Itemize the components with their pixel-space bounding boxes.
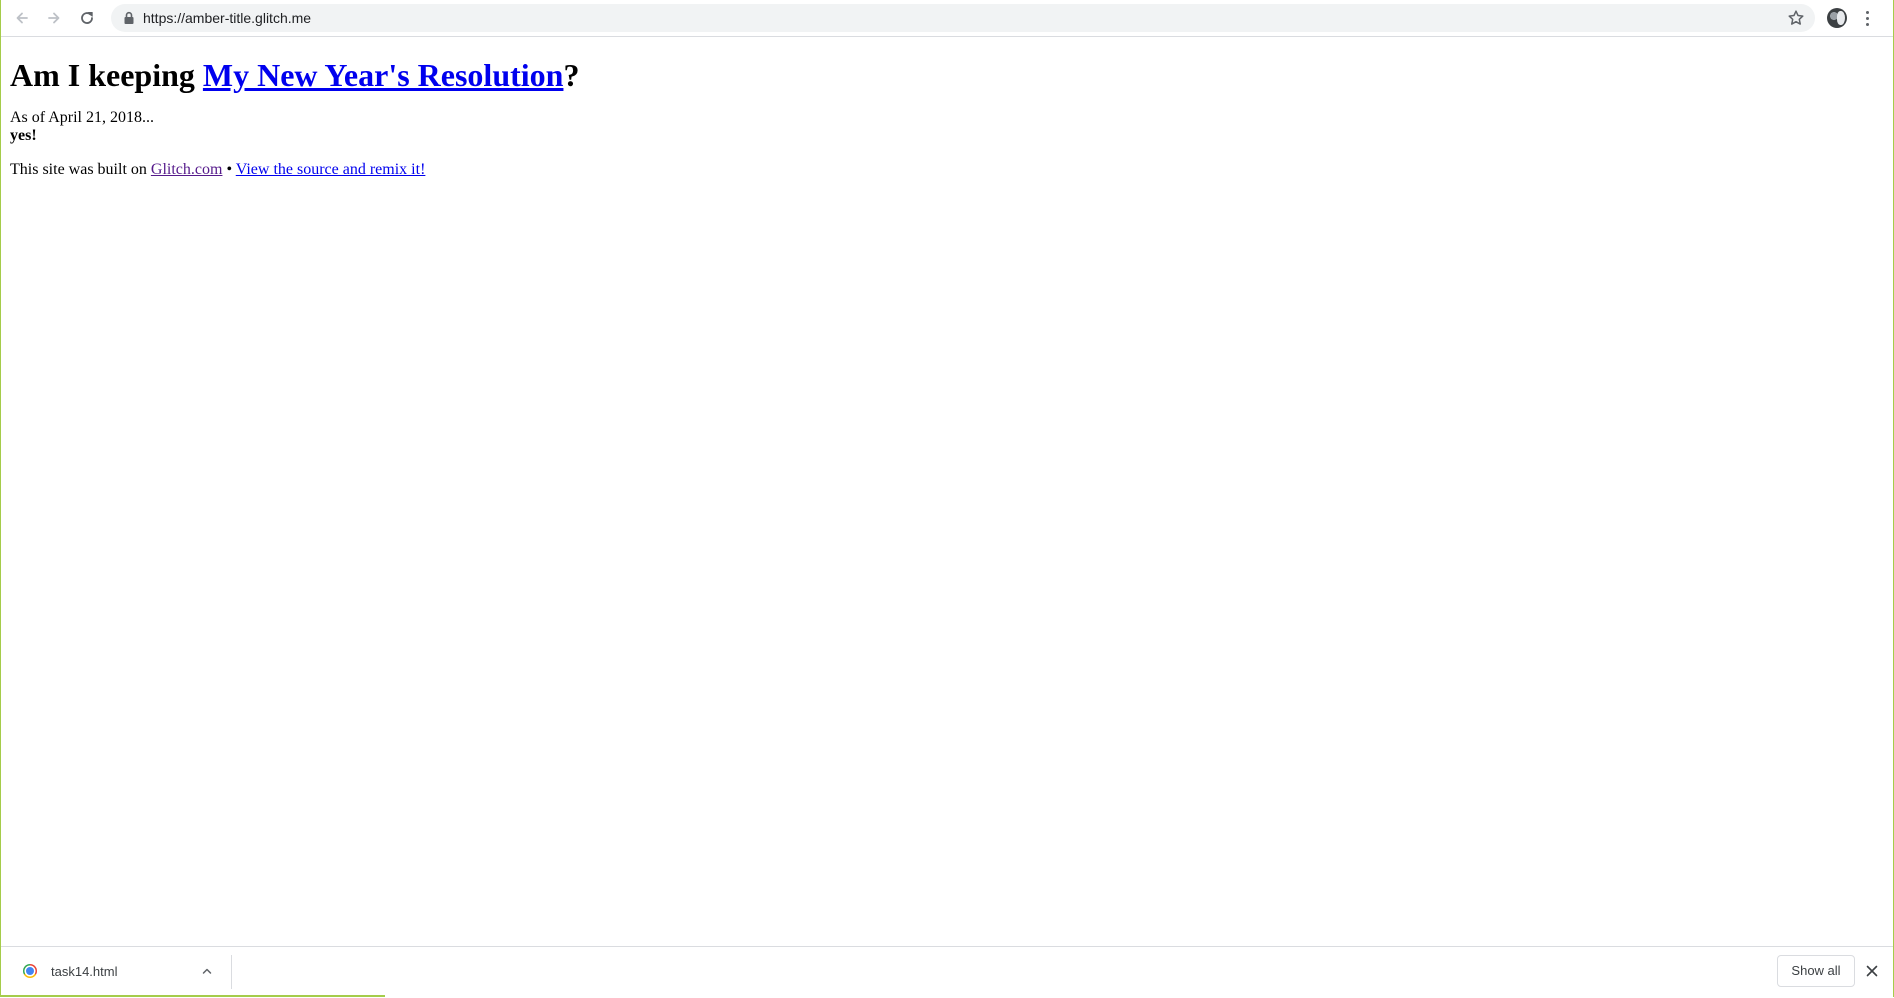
- download-item[interactable]: task14.html: [1, 947, 231, 997]
- avatar[interactable]: [1827, 8, 1847, 28]
- site-footer: This site was built on Glitch.com • View…: [10, 161, 579, 179]
- shelf-divider: [231, 955, 232, 989]
- page-content: Am I keeping My New Year's Resolution? A…: [10, 37, 579, 179]
- page-title-prefix: Am I keeping: [10, 57, 203, 93]
- reload-button[interactable]: [74, 5, 100, 31]
- window-accent-strip: [1, 995, 385, 997]
- resolution-link[interactable]: My New Year's Resolution: [203, 57, 564, 93]
- forward-arrow-icon: [48, 12, 60, 24]
- chevron-up-icon[interactable]: [201, 965, 213, 977]
- lock-icon[interactable]: [123, 11, 135, 25]
- forward-button[interactable]: [41, 5, 67, 31]
- url-text[interactable]: https://amber-title.glitch.me: [143, 4, 311, 32]
- as-of-date: As of April 21, 2018...: [10, 109, 154, 126]
- star-icon[interactable]: [1787, 9, 1805, 27]
- address-bar[interactable]: https://amber-title.glitch.me: [111, 4, 1815, 32]
- download-file-name[interactable]: task14.html: [51, 947, 117, 997]
- back-arrow-icon: [16, 12, 28, 24]
- remix-link[interactable]: View the source and remix it!: [236, 161, 426, 178]
- show-all-button[interactable]: Show all: [1777, 955, 1855, 987]
- page-title: Am I keeping My New Year's Resolution?: [10, 55, 579, 95]
- reload-icon: [81, 12, 93, 24]
- close-icon[interactable]: [1865, 964, 1879, 978]
- chrome-icon: [23, 964, 37, 978]
- download-shelf: task14.html Show all: [1, 946, 1893, 997]
- glitch-link[interactable]: Glitch.com: [151, 161, 223, 178]
- browser-window: https://amber-title.glitch.me Am I keepi…: [0, 0, 1894, 997]
- resolution-answer: yes!: [10, 127, 37, 144]
- browser-toolbar: https://amber-title.glitch.me: [1, 0, 1893, 37]
- page-title-suffix: ?: [563, 57, 580, 93]
- kebab-menu-icon[interactable]: [1861, 8, 1873, 28]
- footer-separator: •: [222, 161, 236, 178]
- back-button[interactable]: [9, 5, 35, 31]
- footer-prefix: This site was built on: [10, 161, 151, 178]
